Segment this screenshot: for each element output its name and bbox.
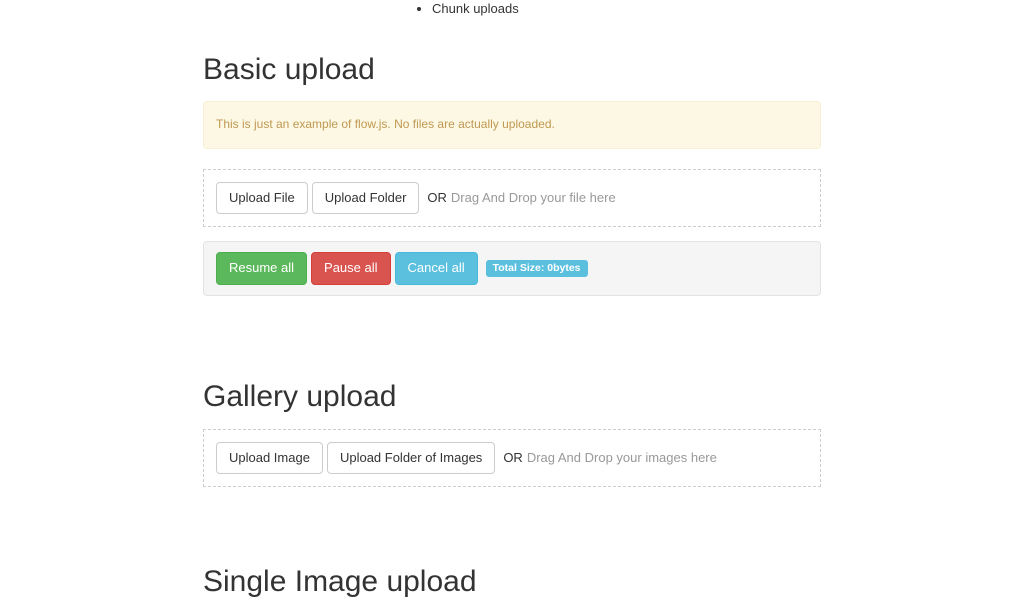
upload-image-folder-button[interactable]: Upload Folder of Images [327, 442, 495, 475]
or-text: OR [427, 189, 447, 208]
controls-well: Resume all Pause all Cancel all Total Si… [203, 241, 821, 296]
upload-image-button[interactable]: Upload Image [216, 442, 323, 475]
gallery-upload-heading: Gallery upload [203, 376, 821, 419]
resume-all-button[interactable]: Resume all [216, 252, 307, 285]
single-image-heading: Single Image upload [203, 561, 821, 604]
basic-upload-heading: Basic upload [203, 49, 821, 92]
list-item: Chunk uploads [432, 0, 1024, 19]
warning-alert: This is just an example of flow.js. No f… [203, 101, 821, 148]
or-text: OR [503, 449, 523, 468]
drag-drop-hint: Drag And Drop your images here [527, 449, 717, 468]
cancel-all-button[interactable]: Cancel all [395, 252, 478, 285]
upload-folder-button[interactable]: Upload Folder [312, 182, 420, 215]
total-size-badge: Total Size: 0bytes [486, 260, 588, 277]
basic-drop-zone[interactable]: Upload File Upload Folder OR Drag And Dr… [203, 169, 821, 228]
upload-file-button[interactable]: Upload File [216, 182, 308, 215]
drag-drop-hint: Drag And Drop your file here [451, 189, 616, 208]
pause-all-button[interactable]: Pause all [311, 252, 390, 285]
gallery-drop-zone[interactable]: Upload Image Upload Folder of Images OR … [203, 429, 821, 488]
feature-list: Chunk uploads [0, 0, 1024, 19]
